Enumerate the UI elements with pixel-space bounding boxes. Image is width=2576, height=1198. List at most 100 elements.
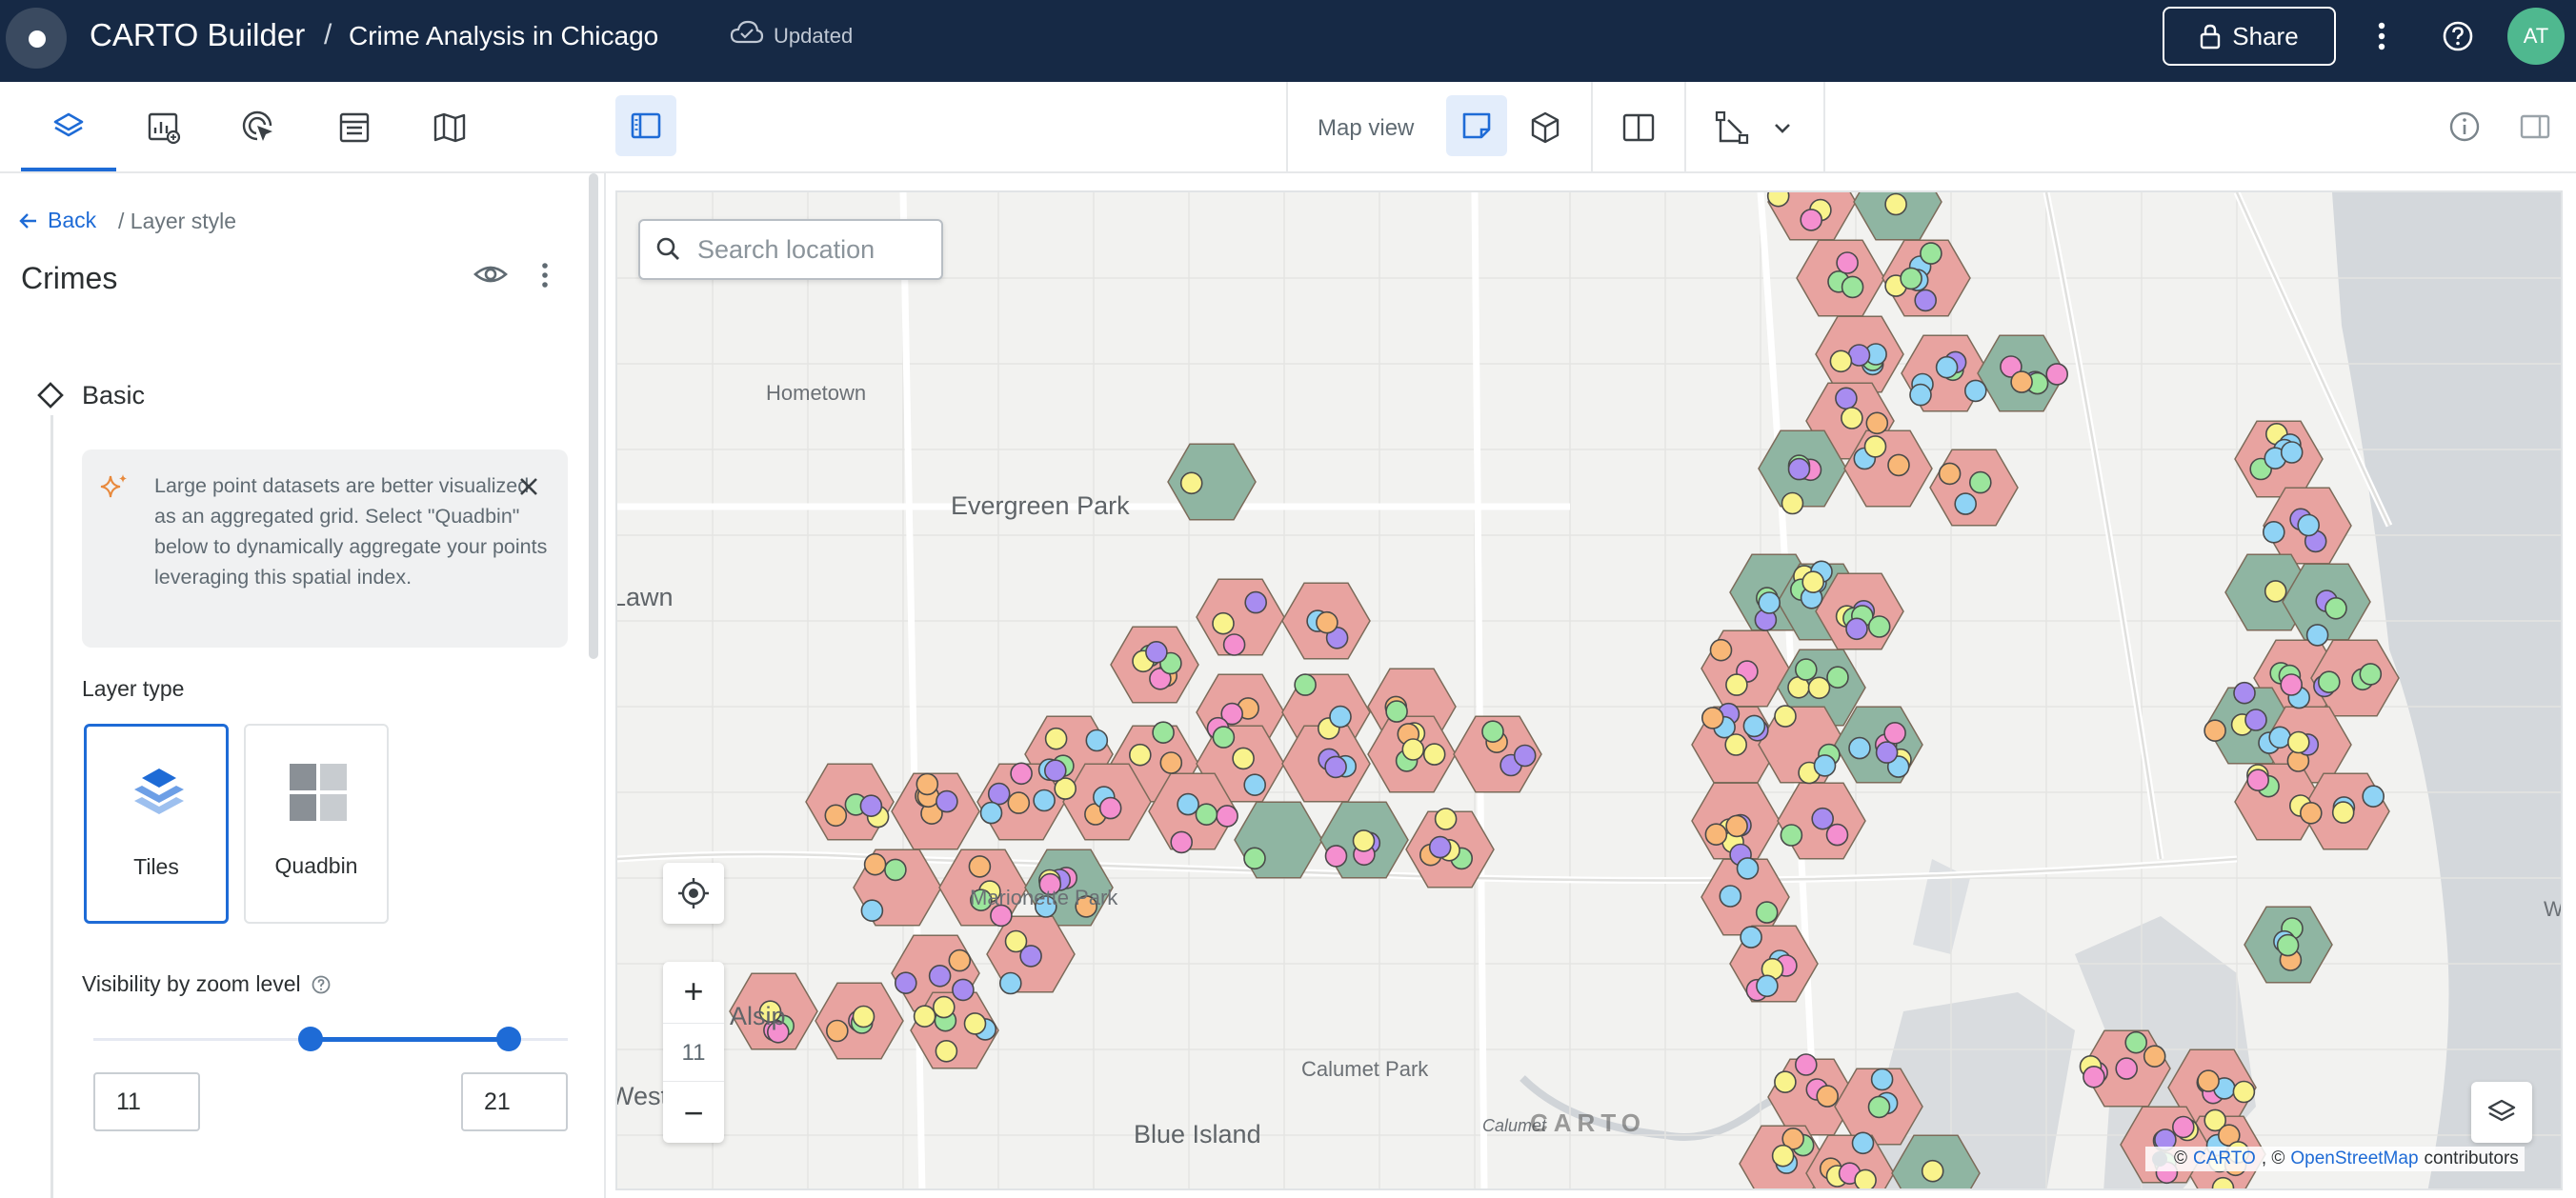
crime-point[interactable]	[1920, 242, 1942, 265]
crime-point[interactable]	[1294, 673, 1317, 696]
crime-point[interactable]	[2124, 1030, 2147, 1054]
crime-point[interactable]	[1854, 1168, 1877, 1190]
crime-point[interactable]	[1152, 721, 1175, 745]
crime-point[interactable]	[1316, 610, 1338, 634]
crime-point[interactable]	[1766, 192, 1790, 208]
back-link[interactable]: Back	[17, 208, 96, 233]
data-sources-tab-icon[interactable]	[335, 109, 373, 147]
crime-point[interactable]	[1044, 727, 1068, 750]
basemap-tab-icon[interactable]	[431, 109, 469, 147]
crime-point[interactable]	[2280, 441, 2304, 464]
crime-point[interactable]	[2318, 670, 2341, 694]
crime-point[interactable]	[1755, 901, 1779, 924]
crime-point[interactable]	[1481, 720, 1504, 744]
crime-point[interactable]	[2204, 719, 2226, 743]
crime-point[interactable]	[1836, 251, 1859, 274]
crime-point[interactable]	[1222, 633, 1246, 656]
osm-link[interactable]: OpenStreetMap	[2290, 1148, 2418, 1169]
crime-point[interactable]	[1243, 847, 1266, 870]
crime-point[interactable]	[1807, 676, 1831, 700]
crime-point[interactable]	[2115, 1057, 2138, 1080]
right-panel-icon[interactable]	[2519, 110, 2551, 143]
map-title[interactable]: Crime Analysis in Chicago	[349, 21, 658, 51]
crime-point[interactable]	[2264, 580, 2287, 603]
crime-point[interactable]	[2263, 520, 2285, 544]
zoom-min-input[interactable]	[93, 1072, 200, 1131]
crime-point[interactable]	[1085, 729, 1109, 752]
crime-point[interactable]	[2246, 769, 2269, 792]
crime-point[interactable]	[1964, 379, 1987, 403]
crime-point[interactable]	[928, 964, 952, 988]
crime-point[interactable]	[1243, 773, 1267, 797]
crime-point[interactable]	[2045, 363, 2068, 386]
crime-point[interactable]	[1428, 835, 1452, 859]
chevron-down-icon[interactable]	[1768, 114, 1797, 143]
crime-point[interactable]	[1781, 491, 1804, 515]
crime-point[interactable]	[1875, 741, 1899, 764]
2d-view-button[interactable]	[1446, 95, 1507, 156]
crime-point[interactable]	[1177, 792, 1199, 816]
crime-point[interactable]	[1212, 611, 1235, 635]
crime-point[interactable]	[1212, 726, 1236, 749]
crime-point[interactable]	[1914, 289, 1937, 312]
crime-point[interactable]	[1771, 1144, 1795, 1168]
crime-point[interactable]	[2083, 1065, 2105, 1088]
crime-point[interactable]	[1758, 591, 1781, 614]
crime-point[interactable]	[932, 995, 956, 1019]
crime-point[interactable]	[952, 978, 975, 1002]
crime-point[interactable]	[2300, 801, 2323, 825]
crime-point[interactable]	[1795, 1053, 1818, 1076]
crime-point[interactable]	[2297, 513, 2320, 537]
help-icon[interactable]	[2441, 19, 2475, 53]
search-input[interactable]	[697, 230, 926, 269]
crime-point[interactable]	[1324, 845, 1348, 868]
info-circle-icon[interactable]	[2151, 1150, 2168, 1168]
crime-point[interactable]	[1851, 1131, 1875, 1155]
layer-type-quadbin[interactable]: Quadbin	[244, 724, 389, 924]
crime-point[interactable]	[1704, 823, 1728, 847]
map-layers-button[interactable]	[2471, 1082, 2532, 1143]
crime-point[interactable]	[1883, 721, 1906, 745]
carto-link[interactable]: CARTO	[2193, 1148, 2256, 1169]
crime-point[interactable]	[1845, 617, 1868, 641]
crime-point[interactable]	[1043, 759, 1067, 783]
3d-view-icon[interactable]	[1526, 109, 1564, 147]
eye-icon[interactable]	[473, 259, 509, 290]
crime-point[interactable]	[1742, 714, 1766, 738]
crime-point[interactable]	[1422, 743, 1446, 766]
crime-point[interactable]	[1725, 673, 1748, 696]
crime-point[interactable]	[1884, 192, 1907, 216]
crime-point[interactable]	[1774, 705, 1797, 728]
crime-point[interactable]	[1787, 457, 1811, 481]
crime-point[interactable]	[1848, 736, 1871, 760]
crime-point[interactable]	[2276, 933, 2300, 957]
crime-point[interactable]	[1007, 791, 1031, 814]
info-icon[interactable]	[2448, 110, 2481, 143]
crime-point[interactable]	[1725, 814, 1748, 838]
crime-point[interactable]	[1756, 974, 1779, 998]
carto-logo-icon[interactable]	[6, 8, 67, 69]
help-icon[interactable]	[311, 974, 332, 995]
share-button[interactable]: Share	[2163, 7, 2336, 66]
crime-point[interactable]	[1170, 830, 1194, 854]
crime-point[interactable]	[968, 855, 992, 878]
crime-point[interactable]	[2143, 1045, 2166, 1068]
crime-point[interactable]	[1909, 383, 1932, 407]
crime-point[interactable]	[1841, 275, 1864, 299]
crime-point[interactable]	[859, 794, 883, 818]
crime-point[interactable]	[1709, 638, 1733, 662]
crime-point[interactable]	[2197, 1069, 2220, 1092]
crime-point[interactable]	[1195, 803, 1218, 827]
crime-point[interactable]	[1724, 733, 1747, 756]
crime-point[interactable]	[2232, 1080, 2256, 1104]
crime-point[interactable]	[1352, 829, 1376, 852]
draw-tool-icon[interactable]	[1713, 109, 1751, 147]
crime-point[interactable]	[863, 852, 887, 876]
crime-point[interactable]	[1385, 700, 1408, 723]
crime-point[interactable]	[963, 1012, 987, 1035]
crime-point[interactable]	[824, 804, 848, 828]
crime-point[interactable]	[1867, 1095, 1891, 1119]
widgets-tab-icon[interactable]	[145, 109, 183, 147]
crime-point[interactable]	[1740, 926, 1762, 948]
crime-point[interactable]	[998, 971, 1022, 995]
